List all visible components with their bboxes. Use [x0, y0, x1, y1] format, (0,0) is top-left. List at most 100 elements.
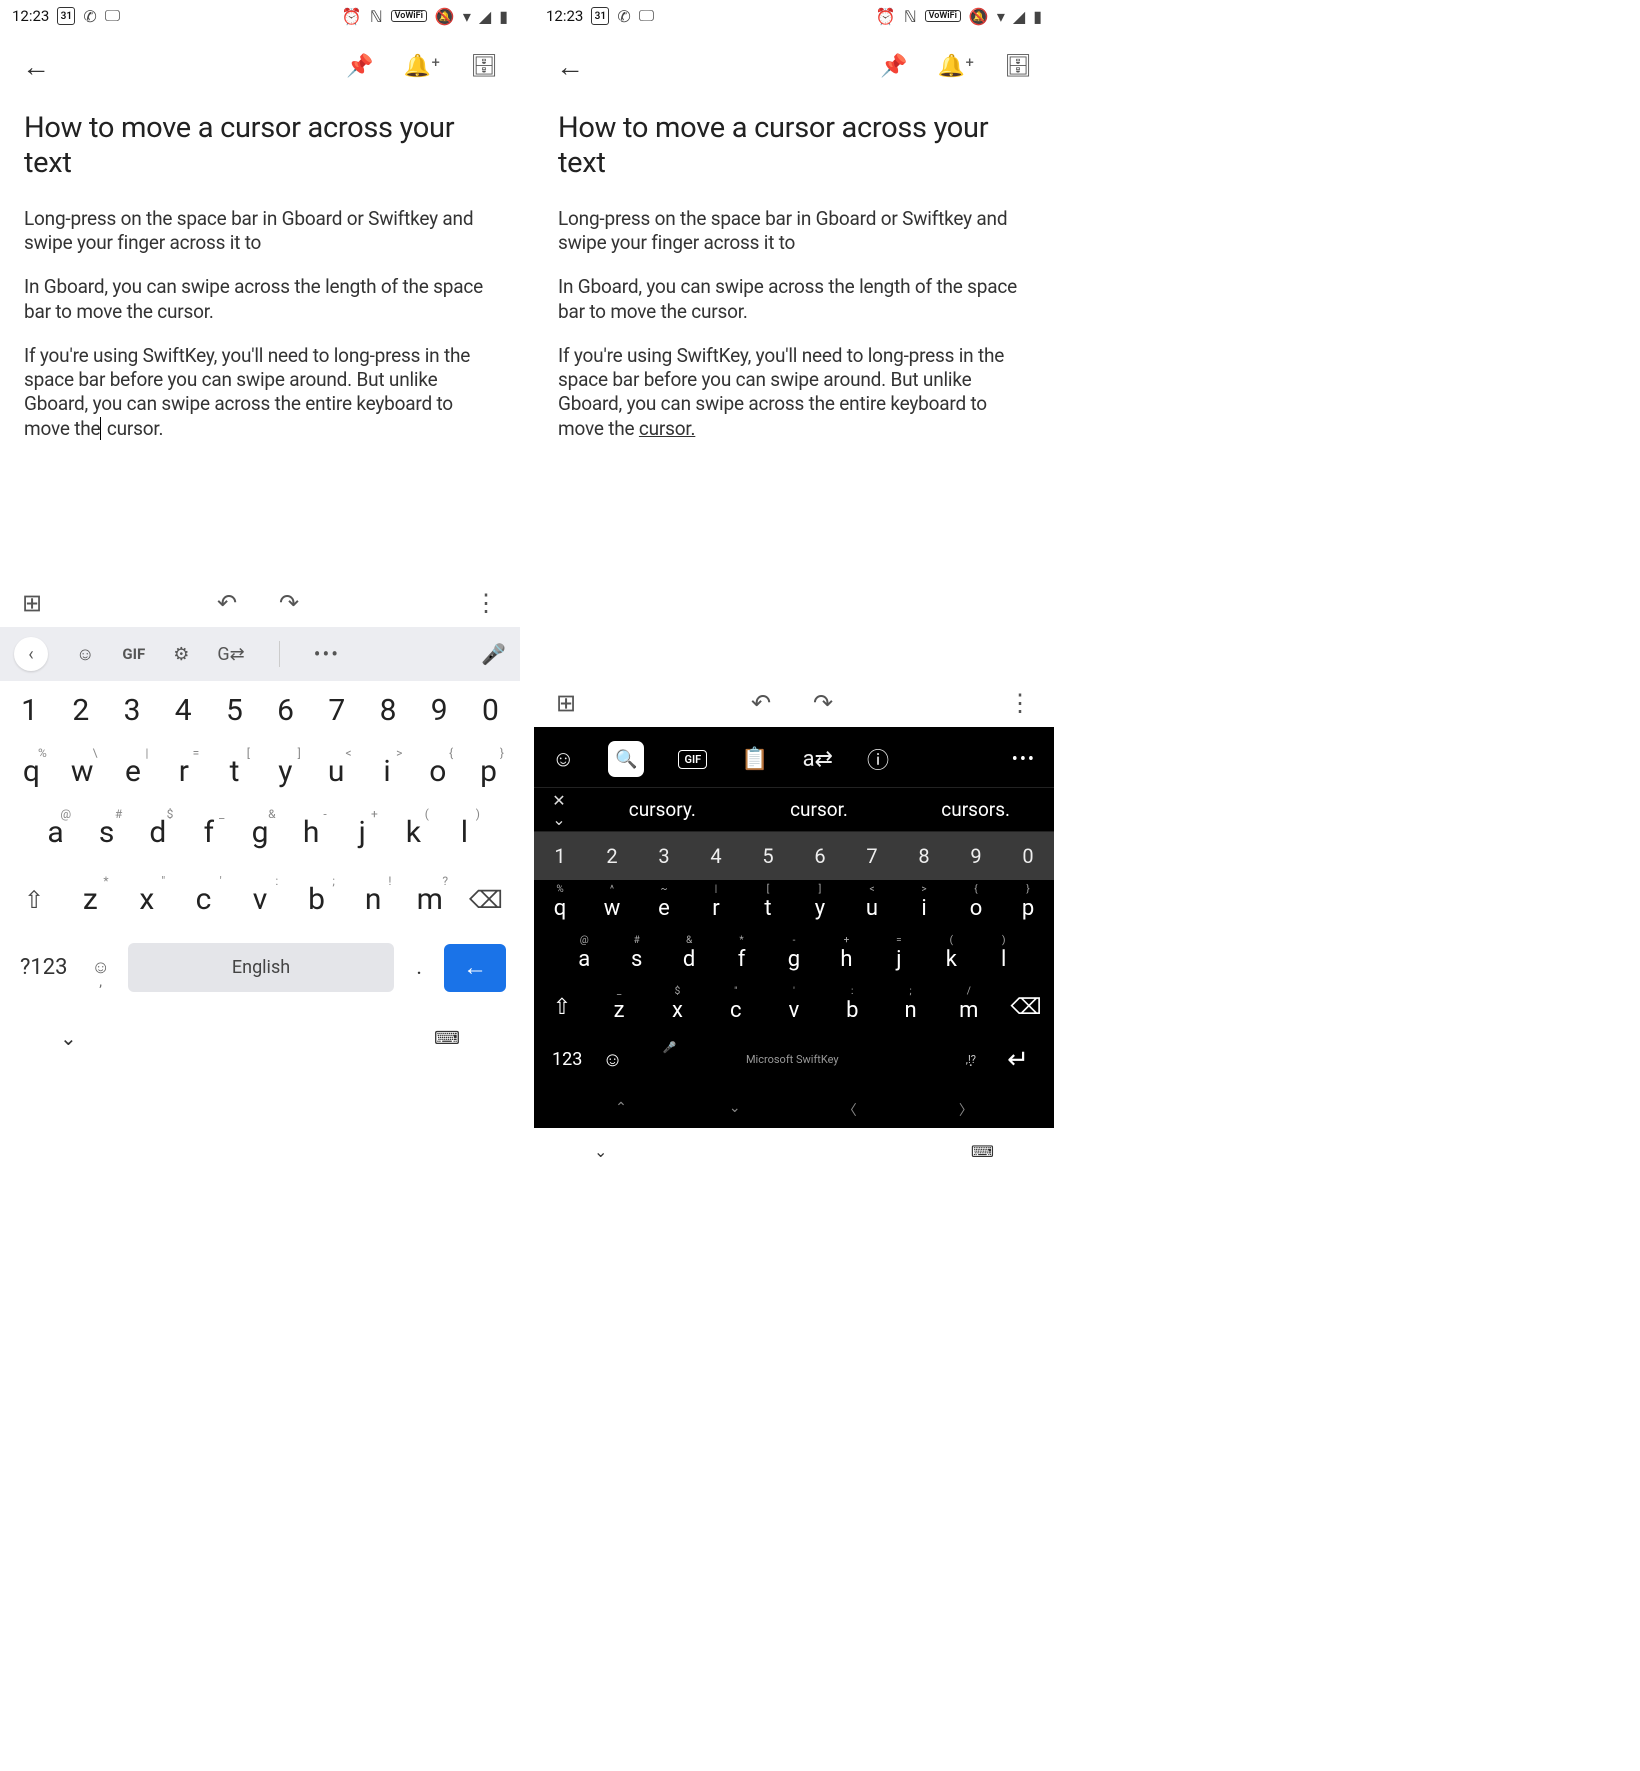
redo-button[interactable]: ↷	[279, 589, 299, 617]
key-9[interactable]: 9	[414, 681, 465, 742]
key-0[interactable]: 0	[1002, 832, 1054, 880]
key-o[interactable]: {o	[412, 742, 463, 803]
key-q[interactable]: %q	[534, 880, 586, 931]
redo-button[interactable]: ↷	[813, 689, 833, 717]
nav-collapse-icon[interactable]: ⌄	[60, 1026, 77, 1050]
key-m[interactable]: ?m	[401, 870, 458, 929]
shift-key[interactable]: ⇧	[6, 873, 62, 927]
key-c[interactable]: "c	[707, 982, 765, 1033]
key-3[interactable]: 3	[106, 681, 157, 742]
punctuation-key[interactable]: ,!? .	[952, 1043, 990, 1076]
key-8[interactable]: 8	[362, 681, 413, 742]
key-1[interactable]: 1	[534, 832, 586, 880]
key-b[interactable]: ;b	[288, 870, 345, 929]
key-k[interactable]: (k	[388, 803, 439, 864]
emoji-key[interactable]: ☺,	[84, 947, 118, 988]
nav-collapse-icon[interactable]: ⌄	[594, 1142, 607, 1161]
more-button[interactable]: ⋮	[1008, 689, 1032, 717]
key-h[interactable]: -h	[286, 803, 337, 864]
translate-icon[interactable]: G⇄	[217, 644, 244, 665]
key-l[interactable]: )l	[978, 931, 1030, 982]
info-icon[interactable]: ⓘ	[867, 743, 889, 775]
note-body[interactable]: How to move a cursor across your text Lo…	[534, 101, 1054, 491]
key-x[interactable]: "x	[119, 870, 176, 929]
key-2[interactable]: 2	[55, 681, 106, 742]
key-z[interactable]: *z	[62, 870, 119, 929]
key-m[interactable]: /m	[940, 982, 998, 1033]
key-j[interactable]: =j	[873, 931, 925, 982]
arrow-left-icon[interactable]: 〈	[843, 1100, 857, 1120]
key-5[interactable]: 5	[209, 681, 260, 742]
shift-key[interactable]: ⇧	[534, 983, 590, 1033]
more-icon[interactable]: •••	[314, 642, 340, 666]
enter-key[interactable]: ↵	[990, 1045, 1046, 1075]
key-3[interactable]: 3	[638, 832, 690, 880]
key-v[interactable]: :v	[232, 870, 289, 929]
key-w[interactable]: ^w	[586, 880, 638, 931]
gif-button[interactable]: GIF	[122, 645, 145, 663]
more-button[interactable]: ⋮	[474, 589, 498, 617]
mic-icon[interactable]: 🎤	[481, 642, 506, 666]
key-e[interactable]: |e	[108, 742, 159, 803]
key-o[interactable]: {o	[950, 880, 1002, 931]
gear-icon[interactable]: ⚙	[173, 644, 189, 665]
key-7[interactable]: 7	[846, 832, 898, 880]
key-t[interactable]: [t	[209, 742, 260, 803]
key-4[interactable]: 4	[158, 681, 209, 742]
pin-icon[interactable]: 📌	[346, 54, 373, 79]
symbols-key[interactable]: ?123	[14, 945, 74, 990]
key-e[interactable]: ~e	[638, 880, 690, 931]
key-r[interactable]: |r	[690, 880, 742, 931]
key-7[interactable]: 7	[311, 681, 362, 742]
key-i[interactable]: >i	[898, 880, 950, 931]
arrow-right-icon[interactable]: 〉	[959, 1100, 973, 1120]
key-r[interactable]: =r	[158, 742, 209, 803]
key-f[interactable]: *f	[715, 931, 767, 982]
sticker-icon[interactable]: ☺	[76, 644, 94, 665]
key-y[interactable]: ]y	[794, 880, 846, 931]
key-1[interactable]: 1	[4, 681, 55, 742]
key-u[interactable]: <u	[311, 742, 362, 803]
key-y[interactable]: ]y	[260, 742, 311, 803]
space-key[interactable]: 🎤 Microsoft SwiftKey	[633, 1039, 952, 1080]
key-s[interactable]: #s	[610, 931, 662, 982]
key-k[interactable]: (k	[925, 931, 977, 982]
more-icon[interactable]: •••	[1012, 749, 1036, 770]
arrow-down-icon[interactable]: ⌄	[729, 1100, 741, 1120]
emoji-icon[interactable]: ☺	[552, 746, 574, 772]
reminder-icon[interactable]: 🔔⁺	[938, 54, 974, 79]
key-p[interactable]: }p	[463, 742, 514, 803]
key-8[interactable]: 8	[898, 832, 950, 880]
key-g[interactable]: -g	[768, 931, 820, 982]
key-w[interactable]: \w	[57, 742, 108, 803]
key-5[interactable]: 5	[742, 832, 794, 880]
key-t[interactable]: [t	[742, 880, 794, 931]
archive-icon[interactable]: 🗄	[1004, 54, 1032, 79]
key-c[interactable]: 'c	[175, 870, 232, 929]
key-d[interactable]: $d	[132, 803, 183, 864]
key-6[interactable]: 6	[260, 681, 311, 742]
note-body[interactable]: How to move a cursor across your text Lo…	[0, 101, 520, 491]
clipboard-icon[interactable]: 📋	[741, 747, 768, 772]
backspace-key[interactable]: ⌫	[998, 983, 1054, 1033]
keyboard-switch-icon[interactable]: ⌨	[434, 1028, 460, 1049]
key-d[interactable]: &d	[663, 931, 715, 982]
period-key[interactable]: .	[404, 945, 434, 990]
key-a[interactable]: @a	[558, 931, 610, 982]
archive-icon[interactable]: 🗄	[470, 54, 498, 79]
key-z[interactable]: _z	[590, 982, 648, 1033]
key-9[interactable]: 9	[950, 832, 1002, 880]
keyboard-switch-icon[interactable]: ⌨	[971, 1142, 994, 1161]
key-s[interactable]: #s	[81, 803, 132, 864]
key-j[interactable]: +j	[337, 803, 388, 864]
gif-button[interactable]: GIF	[678, 750, 707, 769]
key-n[interactable]: ;n	[881, 982, 939, 1033]
undo-button[interactable]: ↶	[217, 589, 237, 617]
suggestion-2[interactable]: cursor.	[741, 788, 898, 831]
key-x[interactable]: $x	[648, 982, 706, 1033]
key-i[interactable]: >i	[362, 742, 413, 803]
symbols-key[interactable]: 123	[542, 1039, 592, 1080]
key-h[interactable]: +h	[820, 931, 872, 982]
key-p[interactable]: }p	[1002, 880, 1054, 931]
undo-button[interactable]: ↶	[751, 689, 771, 717]
